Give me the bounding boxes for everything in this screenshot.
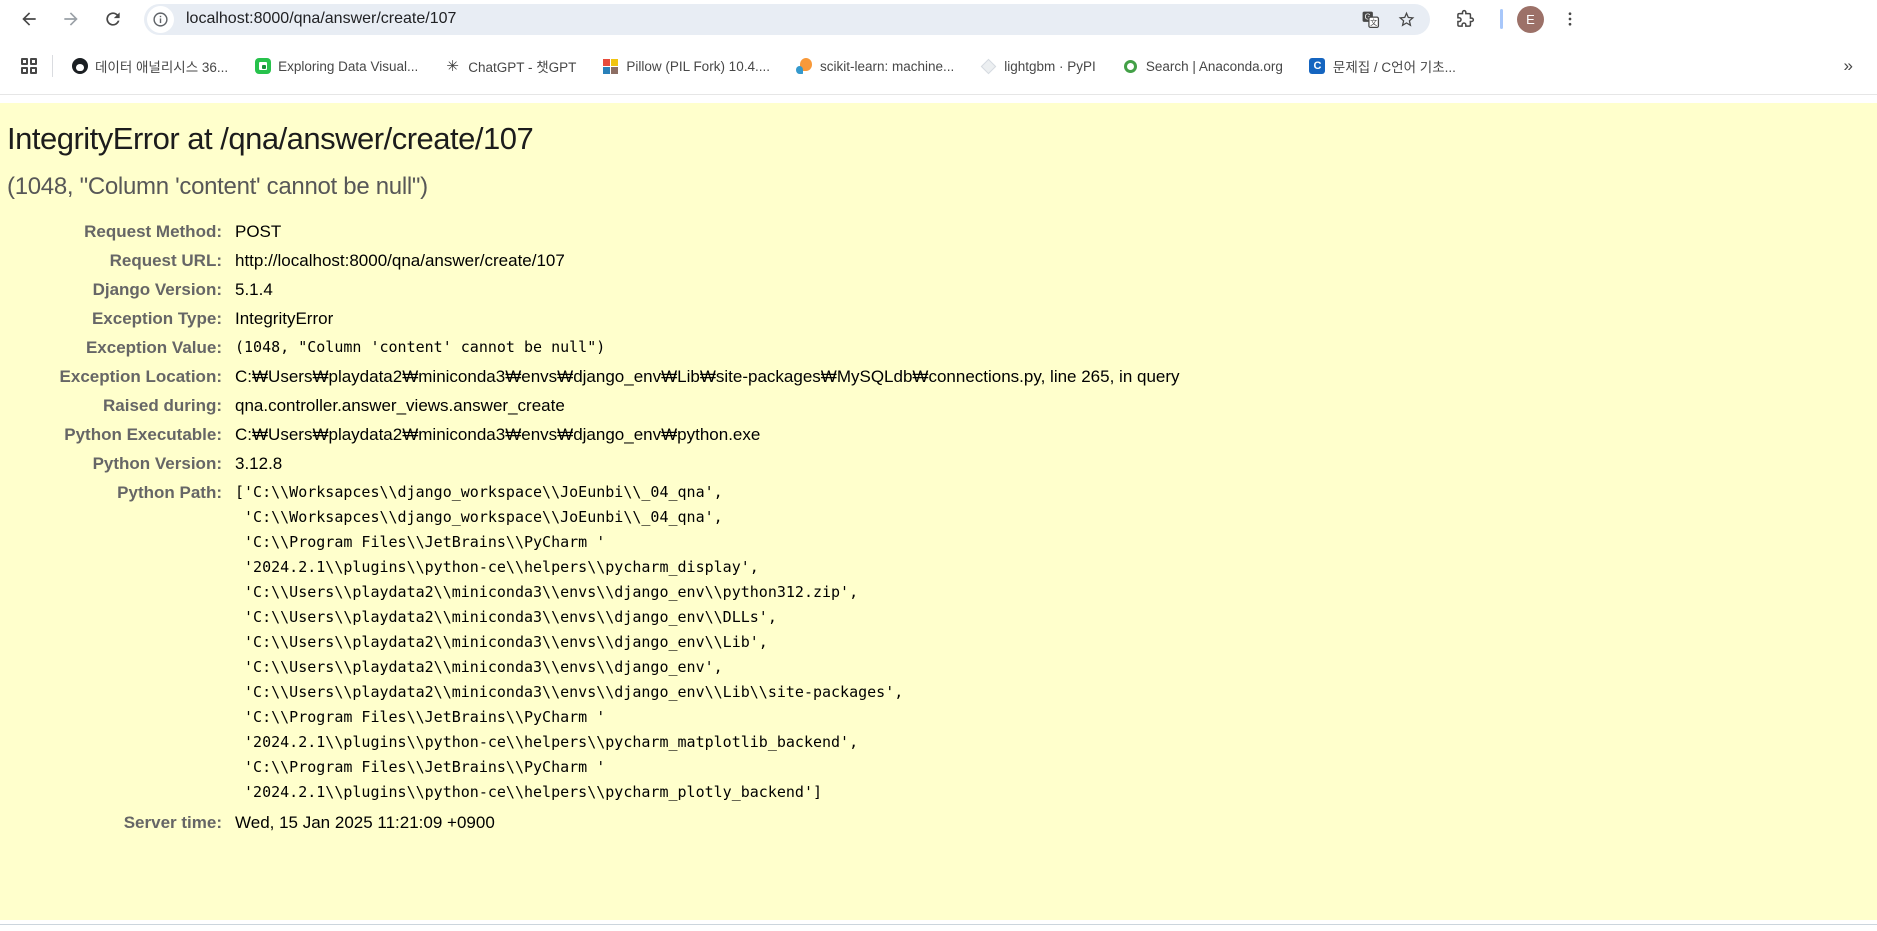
meta-label: Server time: [123,813,222,832]
meta-value: C:₩Users₩playdata2₩miniconda3₩envs₩djang… [235,425,761,444]
meta-value: ['C:\\Worksapces\\django_workspace\\JoEu… [235,478,1180,808]
bookmark-star-icon [1398,11,1414,27]
address-bar[interactable]: localhost:8000/qna/answer/create/107 G 文 [144,3,1430,35]
python-path-value: ['C:\\Worksapces\\django_workspace\\JoEu… [235,483,904,801]
reload-button[interactable] [97,3,129,35]
meta-value: 3.12.8 [235,454,283,473]
meta-label: Python Version: [92,454,222,473]
meta-label: Raised during: [102,396,222,415]
meta-value: (1048, "Column 'content' cannot be null"… [235,338,606,356]
anaconda-icon [1122,58,1139,75]
bookmarks-separator [52,55,53,77]
forward-button[interactable] [55,3,87,35]
table-row: Exception Value: (1048, "Column 'content… [7,333,1180,362]
meta-label: Request URL: [109,251,222,270]
bookmark-this-page-button[interactable] [1392,5,1420,33]
apps-grid-icon [21,58,37,74]
back-icon [22,12,36,26]
meta-label: Python Executable: [64,425,222,444]
extensions-icon [1457,9,1475,27]
apps-grid-button[interactable] [14,51,44,81]
bookmarks-overflow-button[interactable]: » [1834,52,1863,80]
browser-toolbar: localhost:8000/qna/answer/create/107 G 文… [0,0,1877,38]
meta-value: IntegrityError [235,309,334,328]
toolbar-right-cluster: E [1444,3,1584,35]
bookmarks-bar: 데이터 애널리시스 36... Exploring Data Visual...… [0,38,1877,95]
table-row: Raised during: qna.controller.answer_vie… [7,391,1180,420]
reload-icon [106,12,120,26]
table-row: Request Method: POST [7,217,1180,246]
extensions-button[interactable] [1449,3,1481,35]
translate-button[interactable]: G 文 [1356,5,1384,33]
profile-separator [1500,9,1503,29]
table-row: Exception Location: C:₩Users₩playdata2₩m… [7,362,1180,391]
pillow-icon [602,58,619,75]
page-content: IntegrityError at /qna/answer/create/107… [0,95,1877,931]
meta-value: C:₩Users₩playdata2₩miniconda3₩envs₩djang… [235,367,1180,386]
back-button[interactable] [13,3,45,35]
request-meta-table: Request Method: POST Request URL: http:/… [7,217,1180,837]
bookmark-item[interactable]: lightgbm · PyPI [972,53,1104,80]
bookmark-item[interactable]: ✳ ChatGPT - 챗GPT [436,51,584,81]
meta-label: Exception Location: [59,367,222,386]
bookmark-item[interactable]: Search | Anaconda.org [1114,53,1291,80]
svg-text:文: 文 [1370,18,1377,27]
table-row: Server time: Wed, 15 Jan 2025 11:21:09 +… [7,808,1180,837]
error-summary: IntegrityError at /qna/answer/create/107… [0,103,1877,920]
page-top-gap [0,95,1877,103]
github-icon [71,58,88,75]
forward-icon [64,12,78,26]
table-row: Python Version: 3.12.8 [7,449,1180,478]
section-divider [0,924,1877,925]
browser-menu-button[interactable] [1556,5,1584,33]
menu-kebab-icon [1568,12,1572,26]
url-text[interactable]: localhost:8000/qna/answer/create/107 [186,10,1348,28]
meta-value: 5.1.4 [235,280,273,299]
page-title: IntegrityError at /qna/answer/create/107 [7,121,534,156]
site-info-button[interactable] [147,5,174,33]
meta-label: Python Path: [117,483,222,502]
bookmark-item[interactable]: C 문제집 / C언어 기초... [1301,51,1464,81]
meta-value: http://localhost:8000/qna/answer/create/… [235,251,565,270]
chevron-right-icon: » [1843,56,1853,75]
profile-avatar[interactable]: E [1517,5,1544,33]
meta-value: POST [235,222,282,241]
bookmark-item[interactable]: Exploring Data Visual... [246,53,426,80]
next-section-edge [0,924,1877,925]
translate-icon: G 文 [1362,11,1379,28]
meta-label: Exception Type: [91,309,222,328]
meta-label: Exception Value: [85,338,222,357]
bookmark-item[interactable]: 데이터 애널리시스 36... [63,51,236,81]
bookmark-item[interactable]: Pillow (PIL Fork) 10.4.... [594,53,778,80]
site-info-icon [153,11,168,27]
data-visual-icon [254,58,271,75]
scikit-learn-icon [796,58,813,75]
table-row: Python Path: ['C:\\Worksapces\\django_wo… [7,478,1180,808]
table-row: Django Version: 5.1.4 [7,275,1180,304]
meta-label: Django Version: [92,280,222,299]
table-row: Exception Type: IntegrityError [7,304,1180,333]
meta-value: qna.controller.answer_views.answer_creat… [235,396,565,415]
table-row: Python Executable: C:₩Users₩playdata2₩mi… [7,420,1180,449]
lightgbm-icon [980,58,997,75]
table-row: Request URL: http://localhost:8000/qna/a… [7,246,1180,275]
c-lang-icon: C [1309,58,1326,75]
exception-value-headline: (1048, "Column 'content' cannot be null"… [7,173,428,200]
bookmark-item[interactable]: scikit-learn: machine... [788,53,962,80]
chatgpt-icon: ✳ [446,57,459,75]
meta-value: Wed, 15 Jan 2025 11:21:09 +0900 [235,813,495,832]
meta-label: Request Method: [84,222,222,241]
